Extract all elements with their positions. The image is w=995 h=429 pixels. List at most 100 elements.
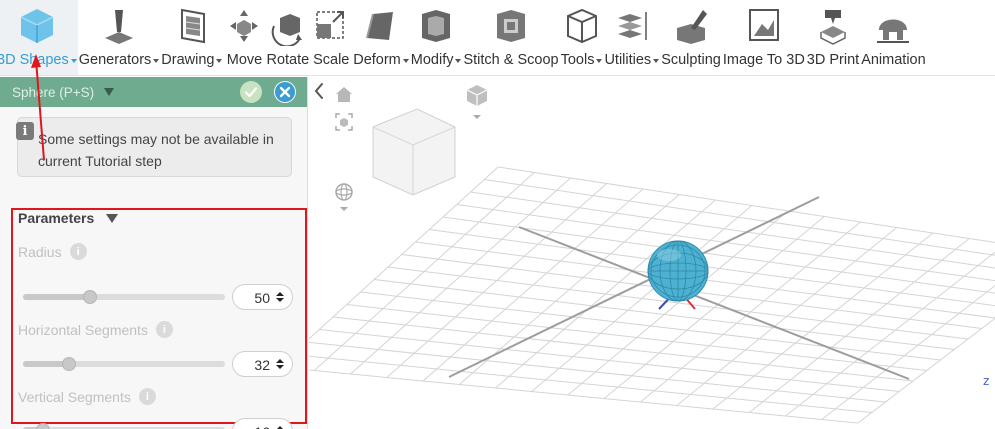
horizontal-segments-value: 32 bbox=[254, 357, 270, 373]
toolbar-tool-label: Animation bbox=[861, 52, 925, 68]
view-cube[interactable] bbox=[372, 108, 456, 196]
toolbar-label-text: Utilities bbox=[604, 52, 652, 68]
panel-title: Sphere (P+S) bbox=[12, 84, 95, 100]
toolbar-tool-label: Drawing bbox=[161, 52, 223, 68]
toolbar-tool-label: Image To 3D bbox=[723, 52, 805, 68]
toolbar-tool-tools[interactable]: Tools bbox=[560, 0, 604, 75]
toolbar-tool-label: Utilities bbox=[604, 52, 660, 68]
toolbar-tool-label: Deform bbox=[353, 52, 409, 68]
caret-down-icon bbox=[653, 59, 660, 63]
toolbar-tool-label: Tools bbox=[561, 52, 603, 68]
param-label-vertical-segments: Vertical Segments i bbox=[18, 388, 156, 405]
toolbar-label-text: 3D Print bbox=[806, 52, 860, 68]
toolbar-label-text: Generators bbox=[78, 52, 152, 68]
toolbar-tool-3d-print[interactable]: 3D Print bbox=[806, 0, 860, 75]
toolbar-label-text: Sculpting bbox=[661, 52, 721, 68]
toolbar-tool-deform[interactable]: Deform bbox=[352, 0, 410, 75]
properties-panel: Sphere (P+S) i Some settings may not be … bbox=[0, 77, 308, 429]
horizontal-segments-slider[interactable] bbox=[23, 357, 225, 371]
toolbar-tool-move[interactable]: Move bbox=[223, 0, 265, 75]
toolbar-tool-3d-shapes[interactable]: 3D Shapes bbox=[0, 0, 78, 75]
info-icon: i bbox=[16, 122, 34, 140]
3d-viewport[interactable]: z bbox=[309, 77, 995, 429]
toolbar-tool-stitch-scoop[interactable]: Stitch & Scoop bbox=[462, 0, 559, 75]
scale-icon bbox=[311, 4, 351, 48]
grid-line bbox=[484, 179, 995, 256]
grid-line bbox=[360, 291, 941, 361]
caret-down-icon bbox=[153, 59, 160, 63]
caret-down-icon bbox=[70, 59, 77, 63]
param-label-text: Horizontal Segments bbox=[18, 321, 148, 338]
caret-down-icon bbox=[455, 59, 462, 63]
modify-icon bbox=[416, 4, 456, 48]
vertical-segments-input[interactable]: 16 bbox=[232, 418, 293, 429]
toolbar-tool-rotate[interactable]: Rotate bbox=[265, 0, 310, 75]
toolbar-tool-animation[interactable]: Animation bbox=[860, 0, 926, 75]
floor-grid bbox=[309, 166, 995, 424]
app-window: 3D Shapes Generators Drawing Move Rotate Scal… bbox=[0, 0, 995, 429]
toolbar-tool-label: 3D Shapes bbox=[0, 52, 77, 68]
toolbar-tool-label: Rotate bbox=[266, 52, 309, 68]
caret-down-icon bbox=[216, 59, 223, 63]
svg-text:z: z bbox=[983, 374, 989, 388]
toolbar-tool-modify[interactable]: Modify bbox=[410, 0, 463, 75]
toolbar-label-text: Move bbox=[226, 52, 263, 68]
toolbar-label-text: Scale bbox=[313, 52, 350, 68]
grid-line bbox=[497, 166, 995, 243]
utilities-icon bbox=[612, 4, 652, 48]
toolbar-tool-generators[interactable]: Generators bbox=[78, 0, 161, 75]
help-icon[interactable]: i bbox=[69, 243, 87, 260]
toolbar-tool-label: 3D Print bbox=[807, 52, 859, 68]
close-icon bbox=[275, 82, 295, 102]
toolbar-tool-label: Move bbox=[227, 52, 262, 68]
spinner-icon[interactable] bbox=[276, 359, 284, 369]
param-label-horizontal-segments: Horizontal Segments i bbox=[18, 321, 173, 338]
toolbar-tool-drawing[interactable]: Drawing bbox=[160, 0, 223, 75]
grid-line bbox=[309, 369, 859, 424]
tutorial-notice: i Some settings may not be available in … bbox=[16, 117, 292, 177]
generator-icon bbox=[99, 4, 139, 48]
radius-slider-fill bbox=[23, 294, 90, 300]
grid-line bbox=[309, 355, 872, 413]
param-label-text: Radius bbox=[18, 243, 62, 260]
deform-icon bbox=[361, 4, 401, 48]
parameters-section-header[interactable]: Parameters bbox=[18, 208, 119, 228]
stitch-scoop-icon bbox=[491, 4, 531, 48]
spinner-icon[interactable] bbox=[276, 292, 284, 302]
grid-line bbox=[309, 166, 499, 340]
radius-slider-thumb[interactable] bbox=[82, 290, 97, 304]
panel-title-dropdown-icon[interactable] bbox=[104, 88, 115, 96]
toolbar-label-text: Deform bbox=[353, 52, 401, 68]
toolbar-tool-sculpting[interactable]: Sculpting bbox=[660, 0, 722, 75]
notice-text: Some settings may not be available in cu… bbox=[38, 131, 274, 169]
caret-down-icon bbox=[596, 59, 603, 63]
horizontal-segments-input[interactable]: 32 bbox=[232, 351, 293, 377]
toolbar-label-text: Image To 3D bbox=[722, 52, 805, 68]
toolbar-tool-label: Generators bbox=[79, 52, 160, 68]
toolbar-label-text: Drawing bbox=[161, 52, 215, 68]
chevron-down-icon bbox=[106, 213, 119, 223]
toolbar-tool-label: Modify bbox=[411, 52, 462, 68]
radius-input[interactable]: 50 bbox=[232, 284, 293, 310]
toolbar-tool-scale[interactable]: Scale bbox=[310, 0, 352, 75]
move-icon bbox=[224, 4, 264, 48]
sphere-object[interactable] bbox=[647, 240, 709, 302]
toolbar-label-text: 3D Shapes bbox=[0, 52, 69, 68]
scene-canvas: z bbox=[309, 108, 995, 424]
apply-button[interactable] bbox=[240, 81, 262, 103]
toolbar-tool-utilities[interactable]: Utilities bbox=[603, 0, 660, 75]
radius-slider[interactable] bbox=[23, 290, 225, 304]
grid-line bbox=[309, 341, 886, 403]
drawing-icon bbox=[172, 4, 212, 48]
help-icon[interactable]: i bbox=[138, 388, 156, 405]
toolbar-tool-image-to-3d[interactable]: Image To 3D bbox=[722, 0, 806, 75]
grid-line bbox=[332, 316, 914, 382]
cancel-button[interactable] bbox=[274, 81, 296, 103]
help-icon[interactable]: i bbox=[155, 321, 173, 338]
animation-icon bbox=[873, 4, 913, 48]
3d-print-icon bbox=[813, 4, 853, 48]
check-icon bbox=[244, 87, 258, 98]
sculpting-icon bbox=[671, 4, 711, 48]
grid-line bbox=[712, 232, 934, 410]
vertical-segments-value: 16 bbox=[254, 424, 270, 429]
